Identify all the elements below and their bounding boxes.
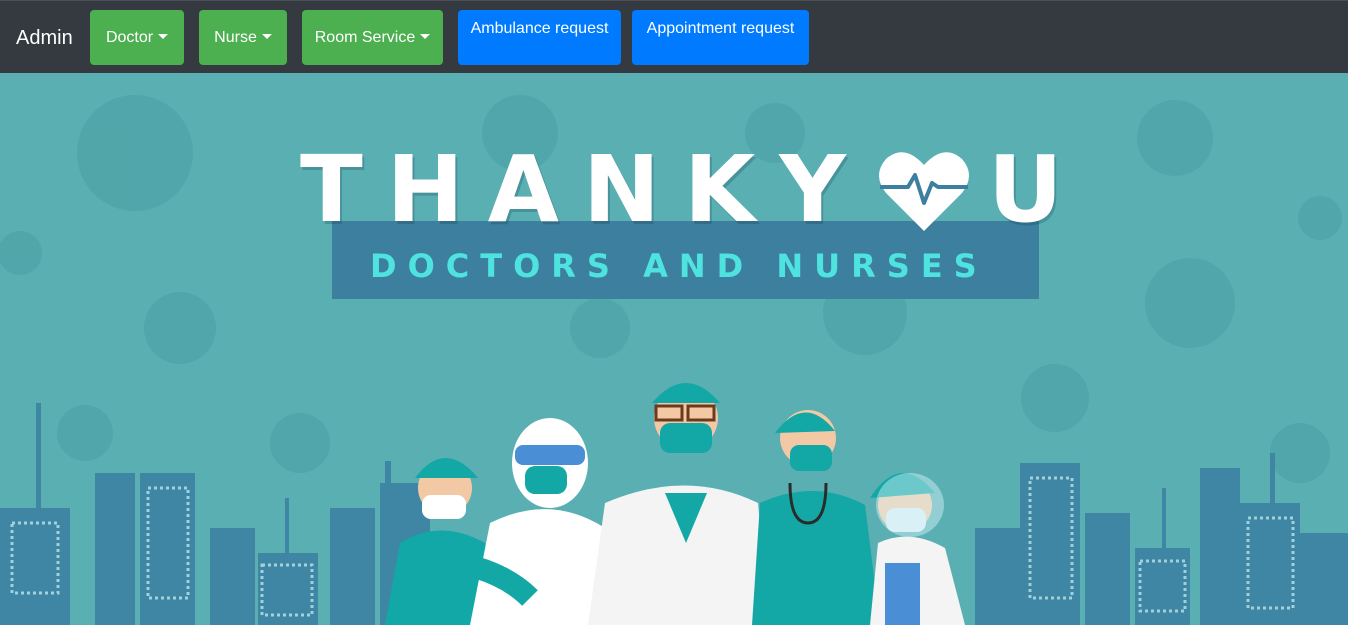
- nurse-dropdown-label: Nurse: [214, 28, 257, 46]
- ambulance-request-button[interactable]: Ambulance request: [458, 10, 621, 65]
- heart-pulse-icon: [879, 152, 969, 231]
- room-service-dropdown-button[interactable]: Room Service: [302, 10, 443, 65]
- hero-title: THANKY: [300, 136, 870, 243]
- caret-down-icon: [420, 33, 431, 39]
- doctor-dropdown-label: Doctor: [105, 28, 154, 46]
- nurse-dropdown-button[interactable]: Nurse: [199, 10, 287, 65]
- hero-title-end: U: [988, 136, 1063, 243]
- room-service-dropdown-label: Room Service: [314, 28, 416, 46]
- navbar-brand[interactable]: Admin: [16, 25, 73, 51]
- appointment-request-button[interactable]: Appointment request: [632, 10, 809, 65]
- caret-down-icon: [158, 33, 169, 39]
- caret-down-icon: [261, 33, 272, 39]
- top-navbar: Admin Doctor Nurse Room Service Ambulanc…: [0, 0, 1348, 73]
- hero-banner: THANKY U DOCTORS AND NURSES: [0, 73, 1348, 625]
- hero-subtitle: DOCTORS AND NURSES: [370, 247, 988, 285]
- doctor-dropdown-button[interactable]: Doctor: [90, 10, 184, 65]
